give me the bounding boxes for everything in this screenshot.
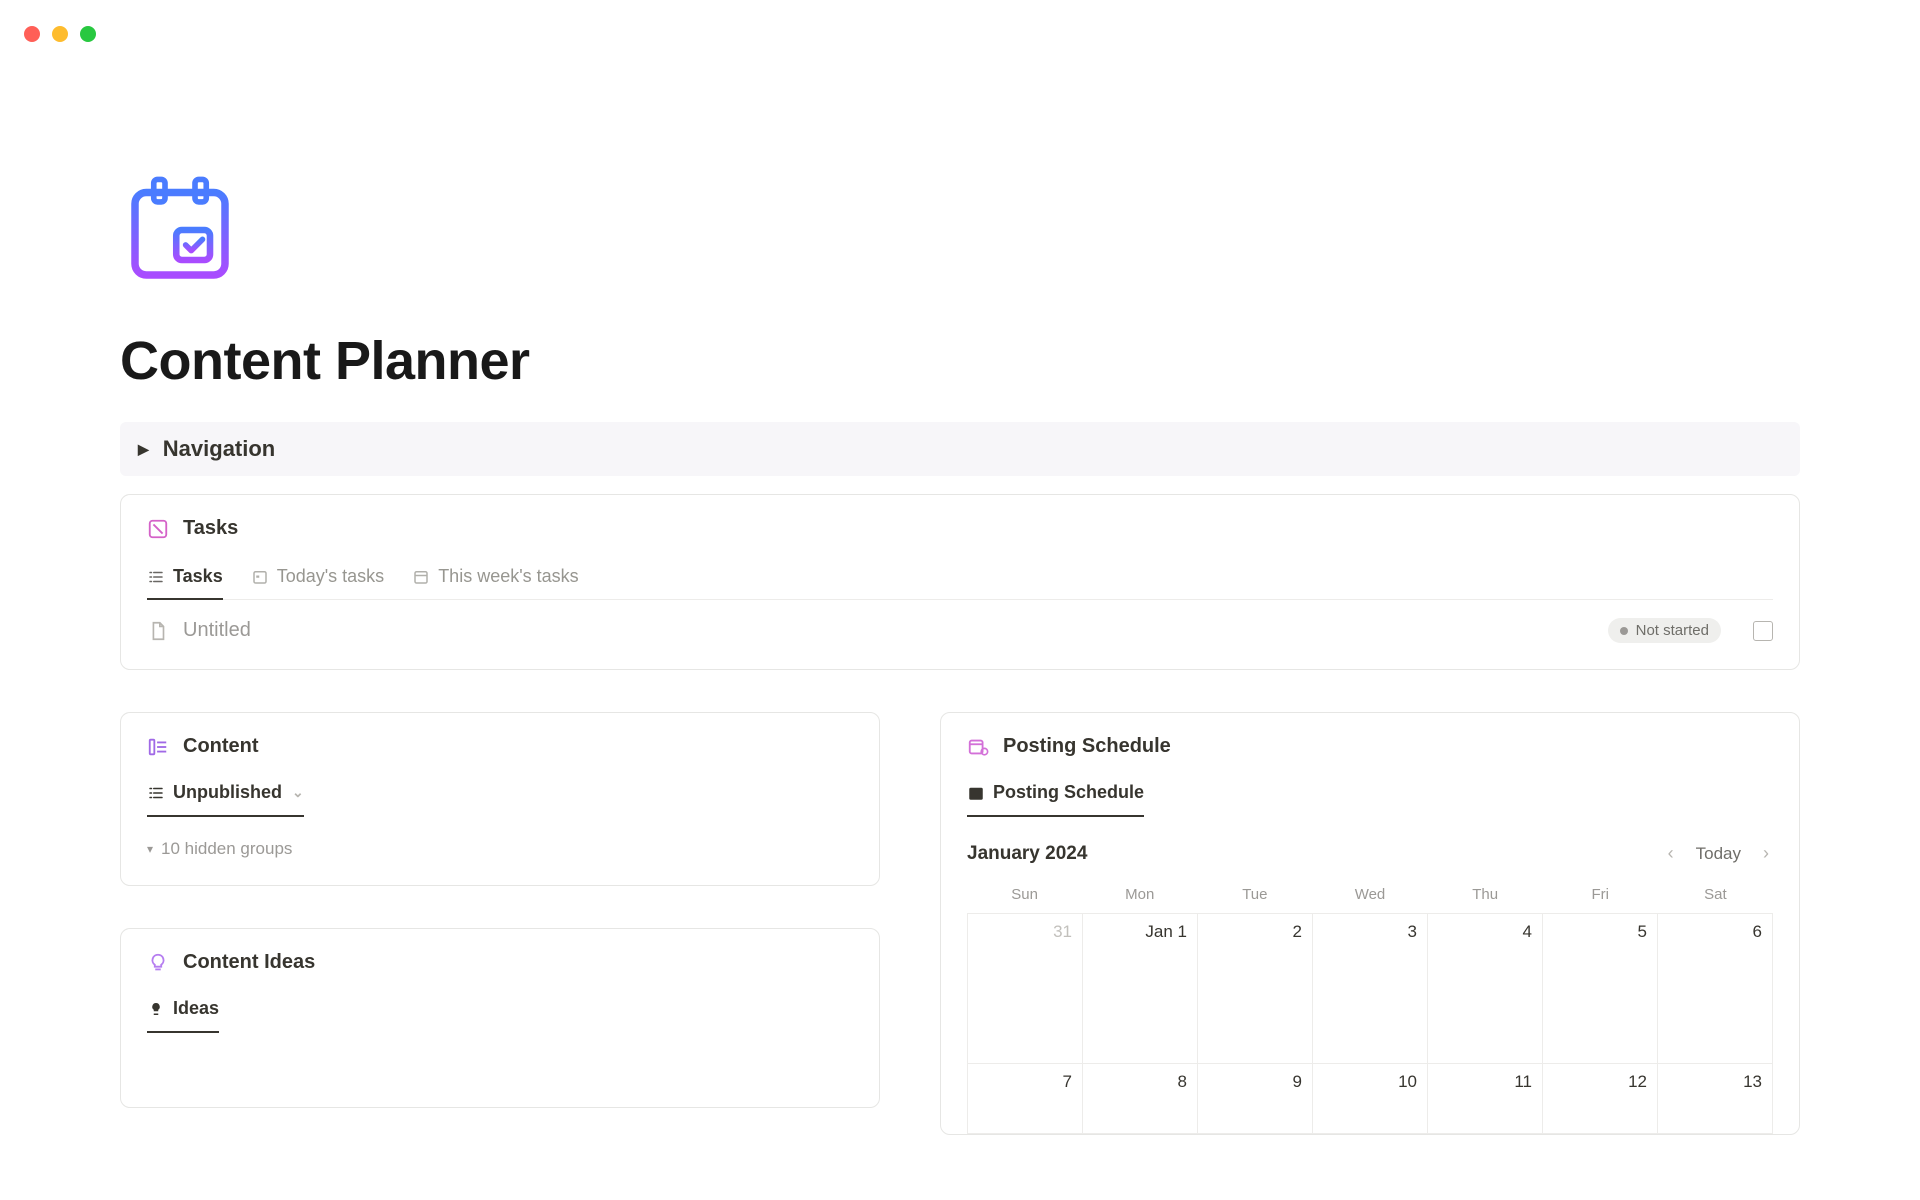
calendar-cell[interactable]: 6 [1658, 914, 1773, 1064]
week-icon [412, 568, 430, 586]
content-icon [147, 736, 169, 758]
window-close-dot[interactable] [24, 26, 40, 42]
dow-sun: Sun [967, 886, 1082, 903]
status-badge[interactable]: Not started [1608, 618, 1721, 643]
task-row[interactable]: Untitled Not started [147, 600, 1773, 647]
tab-week-tasks-label: This week's tasks [438, 566, 578, 587]
calendar-today-button[interactable]: Today [1696, 844, 1741, 864]
posting-schedule-card: Posting Schedule Posting Schedule Januar… [940, 712, 1800, 1135]
schedule-title: Posting Schedule [1003, 735, 1171, 758]
tab-tasks[interactable]: Tasks [147, 558, 223, 599]
tab-todays-tasks[interactable]: Today's tasks [251, 558, 384, 599]
tab-todays-tasks-label: Today's tasks [277, 566, 384, 587]
content-view-selector[interactable]: Unpublished ⌄ [147, 776, 304, 817]
schedule-icon [967, 736, 989, 758]
tasks-title: Tasks [183, 517, 238, 540]
calendar-cell[interactable]: 11 [1428, 1064, 1543, 1134]
calendar-cell[interactable]: 3 [1313, 914, 1428, 1064]
window-traffic-lights [24, 26, 96, 42]
tab-tasks-label: Tasks [173, 566, 223, 587]
calendar-cell[interactable]: 13 [1658, 1064, 1773, 1134]
ideas-title: Content Ideas [183, 951, 315, 974]
calendar-cell[interactable]: 9 [1198, 1064, 1313, 1134]
calendar-cell[interactable]: 10 [1313, 1064, 1428, 1134]
calendar-next-button[interactable]: › [1759, 839, 1773, 868]
ideas-view-label: Ideas [173, 998, 219, 1019]
calendar-cell[interactable]: Jan 1 [1083, 914, 1198, 1064]
dow-sat: Sat [1658, 886, 1773, 903]
calendar-cell[interactable]: 31 [968, 914, 1083, 1064]
schedule-view-selector[interactable]: Posting Schedule [967, 776, 1144, 817]
lightbulb-icon [147, 952, 169, 974]
status-dot-icon [1620, 627, 1628, 635]
dow-thu: Thu [1428, 886, 1543, 903]
tasks-tabs: Tasks Today's tasks This week's tasks [147, 558, 1773, 600]
calendar-cell[interactable]: 8 [1083, 1064, 1198, 1134]
today-icon [251, 568, 269, 586]
tab-week-tasks[interactable]: This week's tasks [412, 558, 578, 599]
calendar-dow-header: Sun Mon Tue Wed Thu Fri Sat [967, 880, 1773, 913]
calendar-month-label: January 2024 [967, 843, 1664, 865]
window-zoom-dot[interactable] [80, 26, 96, 42]
status-label: Not started [1636, 622, 1709, 639]
task-name: Untitled [183, 619, 1594, 642]
hidden-groups-toggle[interactable]: ▾ 10 hidden groups [147, 839, 853, 859]
dow-wed: Wed [1312, 886, 1427, 903]
navigation-toggle[interactable]: ▶ Navigation [120, 422, 1800, 476]
calendar-grid: 31 Jan 1 2 3 4 5 6 7 8 9 10 11 12 13 [967, 913, 1773, 1134]
content-title: Content [183, 735, 259, 758]
tasks-icon [147, 518, 169, 540]
calendar-cell[interactable]: 7 [968, 1064, 1083, 1134]
navigation-label: Navigation [163, 436, 275, 462]
task-checkbox[interactable] [1753, 621, 1773, 641]
content-ideas-card: Content Ideas Ideas [120, 928, 880, 1108]
lightbulb-small-icon [147, 1000, 165, 1018]
document-icon [147, 620, 169, 642]
dow-fri: Fri [1543, 886, 1658, 903]
page-hero-calendar-check-icon [120, 170, 1800, 290]
chevron-down-icon: ▾ [147, 842, 153, 856]
calendar-cell[interactable]: 2 [1198, 914, 1313, 1064]
list-icon [147, 784, 165, 802]
hidden-groups-label: 10 hidden groups [161, 839, 292, 859]
dow-tue: Tue [1197, 886, 1312, 903]
window-minimize-dot[interactable] [52, 26, 68, 42]
tasks-card: Tasks Tasks Today's tasks This week's ta… [120, 494, 1800, 670]
calendar-prev-button[interactable]: ‹ [1664, 839, 1678, 868]
list-icon [147, 568, 165, 586]
card-shadow-separator [121, 880, 879, 886]
dow-mon: Mon [1082, 886, 1197, 903]
calendar-cell[interactable]: 4 [1428, 914, 1543, 1064]
ideas-view-selector[interactable]: Ideas [147, 992, 219, 1033]
triangle-right-icon: ▶ [138, 441, 149, 458]
chevron-down-icon: ⌄ [292, 784, 304, 801]
calendar-cell[interactable]: 5 [1543, 914, 1658, 1064]
content-view-label: Unpublished [173, 782, 282, 803]
page-title: Content Planner [120, 330, 1800, 392]
content-card: Content Unpublished ⌄ ▾ 10 hidden groups [120, 712, 880, 886]
calendar-grid-icon [967, 784, 985, 802]
schedule-view-label: Posting Schedule [993, 782, 1144, 803]
calendar-cell[interactable]: 12 [1543, 1064, 1658, 1134]
